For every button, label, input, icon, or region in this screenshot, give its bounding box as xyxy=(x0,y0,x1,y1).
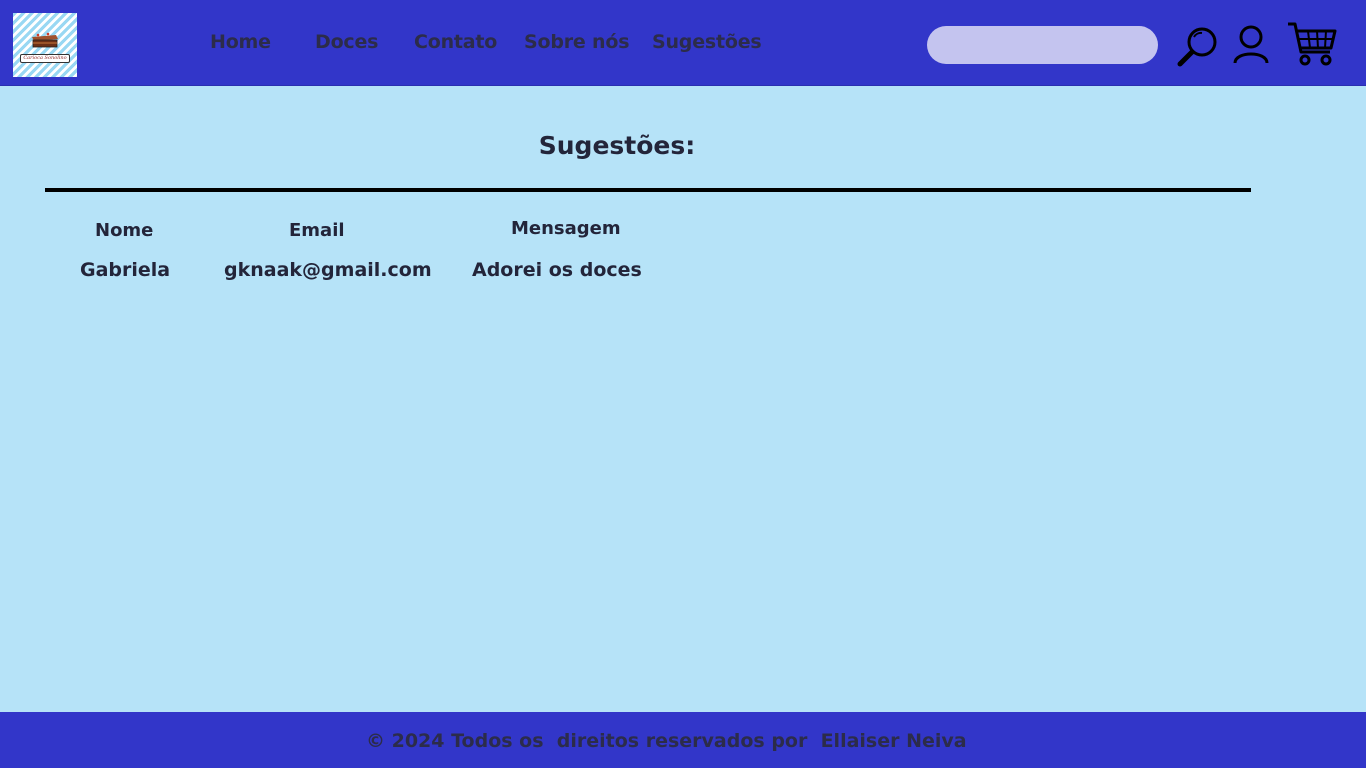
nav-item-contato[interactable]: Contato xyxy=(414,31,497,53)
column-header-email: Email xyxy=(289,220,345,241)
logo-text: Carioca Sonolino xyxy=(20,54,70,63)
column-header-mensagem: Mensagem xyxy=(511,218,621,239)
cell-email: gknaak@gmail.com xyxy=(224,259,432,281)
user-icon[interactable] xyxy=(1232,25,1270,65)
nav-item-home[interactable]: Home xyxy=(210,31,271,53)
page-title: Sugestões: xyxy=(538,131,696,160)
search-icon[interactable] xyxy=(1176,25,1222,69)
nav-item-sugestoes[interactable]: Sugestões xyxy=(652,31,762,53)
footer-copyright: © 2024 Todos os direitos reservados por … xyxy=(366,730,967,752)
cell-mensagem: Adorei os doces xyxy=(472,259,642,281)
cake-icon xyxy=(32,32,58,48)
site-header: Carioca Sonolino Home Doces Contato Sobr… xyxy=(0,0,1366,86)
column-header-nome: Nome xyxy=(95,220,154,241)
cart-icon[interactable] xyxy=(1286,20,1338,68)
title-divider xyxy=(45,188,1251,192)
nav-item-doces[interactable]: Doces xyxy=(315,31,378,53)
site-logo[interactable]: Carioca Sonolino xyxy=(13,13,77,77)
search-input[interactable] xyxy=(927,26,1158,64)
nav-item-sobre-nos[interactable]: Sobre nós xyxy=(524,31,630,53)
cell-nome: Gabriela xyxy=(80,259,171,281)
